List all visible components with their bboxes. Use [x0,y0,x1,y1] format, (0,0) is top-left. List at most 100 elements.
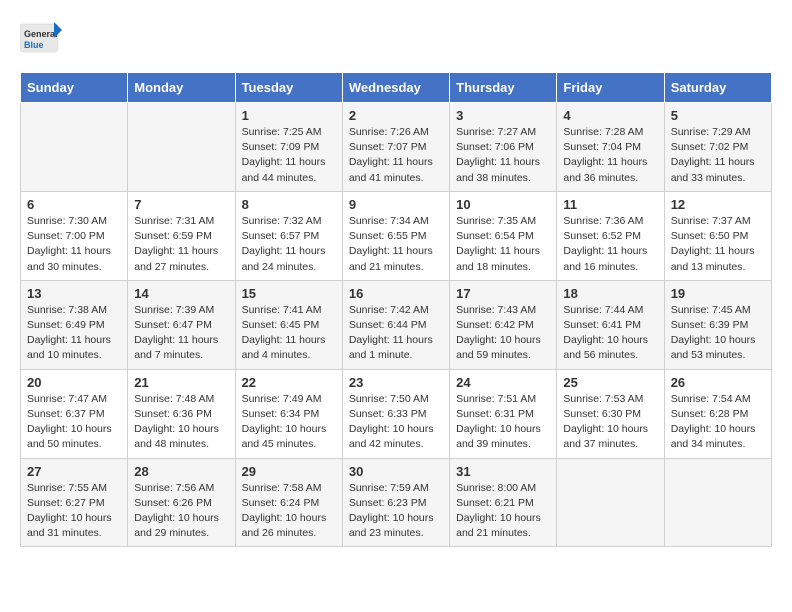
day-info: Sunrise: 7:26 AMSunset: 7:07 PMDaylight:… [349,125,443,186]
day-number: 28 [134,464,228,479]
day-cell-13: 13Sunrise: 7:38 AMSunset: 6:49 PMDayligh… [21,280,128,369]
day-number: 15 [242,286,336,301]
day-info: Sunrise: 7:53 AMSunset: 6:30 PMDaylight:… [563,392,657,453]
day-number: 17 [456,286,550,301]
day-number: 31 [456,464,550,479]
day-number: 20 [27,375,121,390]
day-cell-6: 6 Sunrise: 7:30 AMSunset: 7:00 PMDaylight… [21,191,128,280]
day-info: Sunrise: 7:35 AMSunset: 6:54 PMDaylight:… [456,214,550,275]
calendar-table: SundayMondayTuesdayWednesdayThursdayFrid… [20,72,772,547]
empty-cell [557,458,664,547]
day-cell-11: 11 Sunrise: 7:36 AMSunset: 6:52 PMDayligh… [557,191,664,280]
day-number: 13 [27,286,121,301]
day-cell-25: 25 Sunrise: 7:53 AMSunset: 6:30 PMDayligh… [557,369,664,458]
day-cell-8: 8 Sunrise: 7:32 AMSunset: 6:57 PMDaylight… [235,191,342,280]
day-cell-12: 12Sunrise: 7:37 AMSunset: 6:50 PMDayligh… [664,191,771,280]
day-number: 22 [242,375,336,390]
day-info: Sunrise: 7:42 AMSunset: 6:44 PMDaylight:… [349,303,443,364]
day-info: Sunrise: 7:25 AMSunset: 7:09 PMDaylight:… [242,125,336,186]
day-cell-28: 28 Sunrise: 7:56 AMSunset: 6:26 PMDayligh… [128,458,235,547]
day-cell-3: 3Sunrise: 7:27 AMSunset: 7:06 PMDaylight… [450,103,557,192]
day-number: 4 [563,108,657,123]
day-cell-2: 2 Sunrise: 7:26 AMSunset: 7:07 PMDaylight… [342,103,449,192]
day-info: Sunrise: 7:44 AMSunset: 6:41 PMDaylight:… [563,303,657,364]
day-cell-20: 20 Sunrise: 7:47 AMSunset: 6:37 PMDayligh… [21,369,128,458]
day-cell-22: 22 Sunrise: 7:49 AMSunset: 6:34 PMDayligh… [235,369,342,458]
day-cell-30: 30Sunrise: 7:59 AMSunset: 6:23 PMDayligh… [342,458,449,547]
day-info: Sunrise: 7:32 AMSunset: 6:57 PMDaylight:… [242,214,336,275]
weekday-header-wednesday: Wednesday [342,73,449,103]
day-number: 25 [563,375,657,390]
logo: General Blue [20,20,62,56]
day-number: 14 [134,286,228,301]
day-info: Sunrise: 7:31 AMSunset: 6:59 PMDaylight:… [134,214,228,275]
day-info: Sunrise: 7:48 AMSunset: 6:36 PMDaylight:… [134,392,228,453]
weekday-header-tuesday: Tuesday [235,73,342,103]
day-number: 21 [134,375,228,390]
day-info: Sunrise: 7:55 AMSunset: 6:27 PMDaylight:… [27,481,121,542]
day-info: Sunrise: 7:30 AMSunset: 7:00 PMDaylight:… [27,214,121,275]
day-cell-19: 19Sunrise: 7:45 AMSunset: 6:39 PMDayligh… [664,280,771,369]
day-info: Sunrise: 7:43 AMSunset: 6:42 PMDaylight:… [456,303,550,364]
svg-text:Blue: Blue [24,40,44,50]
empty-cell [664,458,771,547]
week-row-4: 27Sunrise: 7:55 AMSunset: 6:27 PMDayligh… [21,458,772,547]
day-cell-5: 5 Sunrise: 7:29 AMSunset: 7:02 PMDaylight… [664,103,771,192]
day-number: 24 [456,375,550,390]
day-info: Sunrise: 7:27 AMSunset: 7:06 PMDaylight:… [456,125,550,186]
day-cell-15: 15Sunrise: 7:41 AMSunset: 6:45 PMDayligh… [235,280,342,369]
day-cell-14: 14Sunrise: 7:39 AMSunset: 6:47 PMDayligh… [128,280,235,369]
day-info: Sunrise: 7:34 AMSunset: 6:55 PMDaylight:… [349,214,443,275]
weekday-header-monday: Monday [128,73,235,103]
day-cell-10: 10 Sunrise: 7:35 AMSunset: 6:54 PMDayligh… [450,191,557,280]
week-row-3: 20 Sunrise: 7:47 AMSunset: 6:37 PMDayligh… [21,369,772,458]
day-info: Sunrise: 7:29 AMSunset: 7:02 PMDaylight:… [671,125,765,186]
day-number: 5 [671,108,765,123]
day-info: Sunrise: 7:28 AMSunset: 7:04 PMDaylight:… [563,125,657,186]
weekday-header-sunday: Sunday [21,73,128,103]
day-info: Sunrise: 7:47 AMSunset: 6:37 PMDaylight:… [27,392,121,453]
day-info: Sunrise: 7:51 AMSunset: 6:31 PMDaylight:… [456,392,550,453]
day-number: 1 [242,108,336,123]
day-number: 16 [349,286,443,301]
page-header: General Blue [20,20,772,56]
day-cell-24: 24 Sunrise: 7:51 AMSunset: 6:31 PMDayligh… [450,369,557,458]
empty-cell [128,103,235,192]
weekday-header-friday: Friday [557,73,664,103]
day-number: 2 [349,108,443,123]
day-number: 18 [563,286,657,301]
weekday-header-row: SundayMondayTuesdayWednesdayThursdayFrid… [21,73,772,103]
day-number: 11 [563,197,657,212]
day-cell-31: 31 Sunrise: 8:00 AMSunset: 6:21 PMDayligh… [450,458,557,547]
svg-text:General: General [24,29,58,39]
day-info: Sunrise: 7:37 AMSunset: 6:50 PMDaylight:… [671,214,765,275]
weekday-header-thursday: Thursday [450,73,557,103]
day-number: 26 [671,375,765,390]
day-number: 9 [349,197,443,212]
day-number: 8 [242,197,336,212]
day-info: Sunrise: 7:54 AMSunset: 6:28 PMDaylight:… [671,392,765,453]
day-info: Sunrise: 8:00 AMSunset: 6:21 PMDaylight:… [456,481,550,542]
day-number: 10 [456,197,550,212]
day-cell-26: 26 Sunrise: 7:54 AMSunset: 6:28 PMDayligh… [664,369,771,458]
day-info: Sunrise: 7:45 AMSunset: 6:39 PMDaylight:… [671,303,765,364]
week-row-1: 6 Sunrise: 7:30 AMSunset: 7:00 PMDaylight… [21,191,772,280]
day-cell-23: 23 Sunrise: 7:50 AMSunset: 6:33 PMDayligh… [342,369,449,458]
empty-cell [21,103,128,192]
day-info: Sunrise: 7:59 AMSunset: 6:23 PMDaylight:… [349,481,443,542]
day-info: Sunrise: 7:50 AMSunset: 6:33 PMDaylight:… [349,392,443,453]
day-cell-21: 21 Sunrise: 7:48 AMSunset: 6:36 PMDayligh… [128,369,235,458]
day-number: 7 [134,197,228,212]
day-cell-29: 29Sunrise: 7:58 AMSunset: 6:24 PMDayligh… [235,458,342,547]
day-info: Sunrise: 7:36 AMSunset: 6:52 PMDaylight:… [563,214,657,275]
day-number: 23 [349,375,443,390]
logo-icon: General Blue [20,20,62,56]
day-cell-9: 9 Sunrise: 7:34 AMSunset: 6:55 PMDaylight… [342,191,449,280]
day-number: 6 [27,197,121,212]
day-info: Sunrise: 7:49 AMSunset: 6:34 PMDaylight:… [242,392,336,453]
day-cell-7: 7 Sunrise: 7:31 AMSunset: 6:59 PMDaylight… [128,191,235,280]
weekday-header-saturday: Saturday [664,73,771,103]
week-row-2: 13Sunrise: 7:38 AMSunset: 6:49 PMDayligh… [21,280,772,369]
day-number: 29 [242,464,336,479]
day-info: Sunrise: 7:56 AMSunset: 6:26 PMDaylight:… [134,481,228,542]
